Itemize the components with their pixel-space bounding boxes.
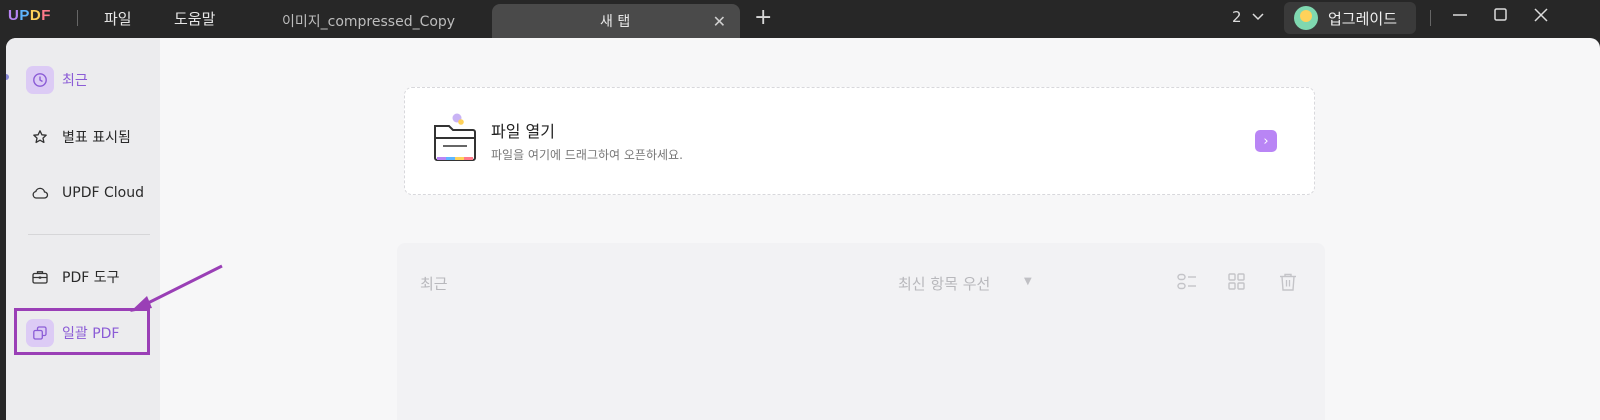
- grid-view-icon[interactable]: [1227, 272, 1247, 292]
- minimize-icon[interactable]: [1452, 4, 1468, 28]
- chevron-right-icon[interactable]: ›: [1255, 130, 1277, 152]
- tab-document[interactable]: 이미지_compressed_Copy: [270, 4, 490, 38]
- new-tab-icon[interactable]: +: [754, 5, 772, 30]
- list-view-icon[interactable]: [1176, 272, 1198, 292]
- window-count-dropdown[interactable]: 2: [1232, 8, 1264, 26]
- menu-help[interactable]: 도움말: [174, 8, 215, 29]
- upgrade-button[interactable]: 업그레이드: [1284, 2, 1416, 34]
- chevron-down-icon: [1252, 13, 1264, 21]
- tab-label: 이미지_compressed_Copy: [282, 14, 456, 30]
- folder-icon: [434, 113, 476, 161]
- app-window: 최근 별표 표시됨 UPDF Cloud PDF 도구 일괄 PDF 파일 열기…: [6, 38, 1600, 420]
- close-tab-icon[interactable]: ✕: [713, 12, 726, 31]
- avatar: [1294, 6, 1318, 30]
- close-window-icon[interactable]: [1533, 6, 1549, 28]
- updf-logo: UPDF: [8, 7, 51, 24]
- annotation-arrow-icon: [130, 264, 223, 312]
- upgrade-label: 업그레이드: [1328, 9, 1398, 28]
- window-count: 2: [1232, 8, 1242, 26]
- recent-files-panel: 최근 최신 항목 우선 ▼: [397, 243, 1325, 420]
- divider: [1430, 10, 1431, 26]
- open-file-dropzone[interactable]: 파일 열기 파일을 여기에 드래그하여 오픈하세요. ›: [404, 87, 1315, 195]
- menu-file[interactable]: 파일: [104, 8, 132, 29]
- trash-icon[interactable]: [1278, 272, 1298, 292]
- open-file-subtitle: 파일을 여기에 드래그하여 오픈하세요.: [491, 148, 683, 162]
- tab-label: 새 탭: [600, 14, 631, 30]
- open-file-title: 파일 열기: [491, 122, 555, 141]
- tab-new[interactable]: 새 탭 ✕: [492, 4, 740, 38]
- caret-down-icon: ▼: [1024, 276, 1032, 287]
- maximize-icon[interactable]: [1493, 6, 1509, 28]
- sort-dropdown[interactable]: 최신 항목 우선: [898, 273, 990, 294]
- title-bar: UPDF 파일 도움말 이미지_compressed_Copy 새 탭 ✕ + …: [0, 0, 1600, 38]
- recent-title: 최근: [420, 275, 448, 293]
- divider: [77, 10, 78, 26]
